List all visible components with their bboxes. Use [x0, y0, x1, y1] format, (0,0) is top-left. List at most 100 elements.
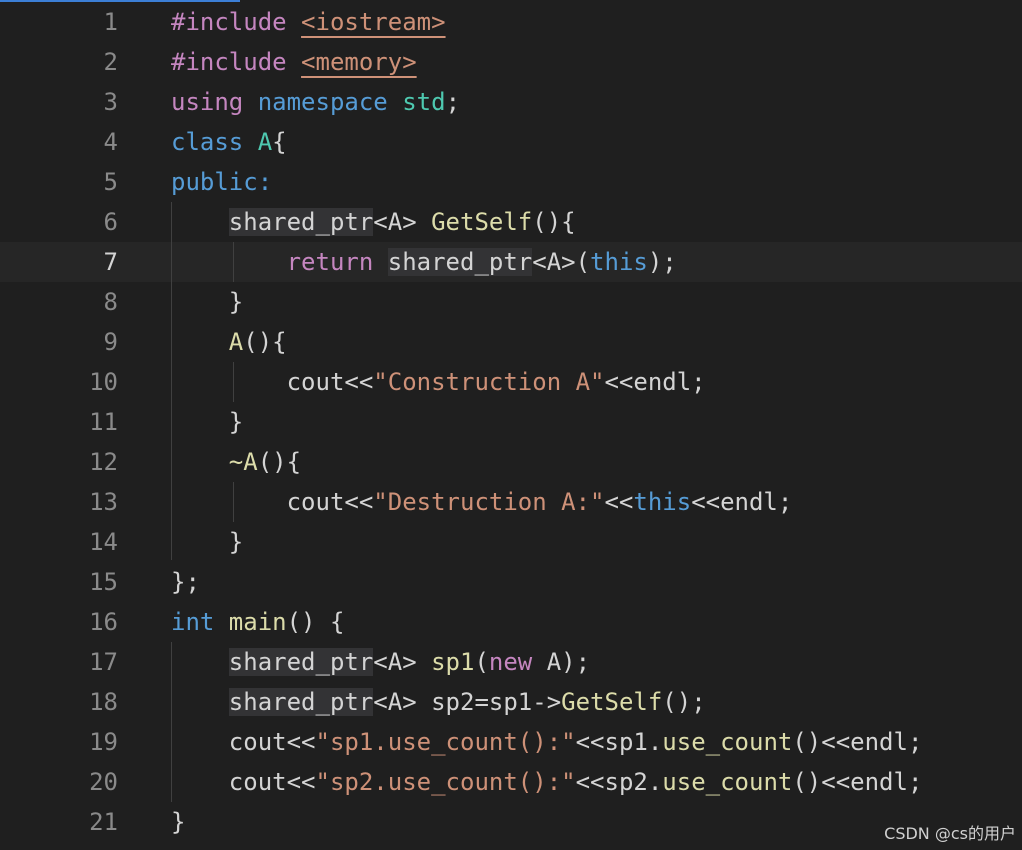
code-token: (){ — [243, 328, 287, 356]
code-token: <<sp2. — [575, 768, 663, 796]
code-token: "Construction A" — [373, 368, 605, 396]
code-line[interactable]: 18 shared_ptr<A> sp2=sp1->GetSelf(); — [0, 682, 1022, 722]
code-line[interactable]: 1 #include <iostream> — [0, 2, 1022, 42]
code-token: use_count — [662, 728, 793, 756]
code-line[interactable]: 16 int main() { — [0, 602, 1022, 642]
code-token: #include — [171, 48, 302, 76]
code-token: class — [171, 128, 258, 156]
line-number: 7 — [103, 248, 118, 276]
line-code: A(){ — [171, 322, 287, 362]
code-token: ()<<endl; — [792, 728, 923, 756]
line-code: int main() { — [171, 602, 344, 642]
code-token: <A> sp2=sp1-> — [373, 688, 562, 716]
code-line[interactable]: 7 return shared_ptr<A>(this); — [0, 242, 1022, 282]
code-token: #include — [171, 8, 302, 36]
line-code: shared_ptr<A> sp2=sp1->GetSelf(); — [171, 682, 706, 722]
code-token: A); — [546, 648, 591, 676]
code-token: "Destruction A:" — [373, 488, 605, 516]
line-code: class A{ — [171, 122, 287, 162]
code-line[interactable]: 15}; — [0, 562, 1022, 602]
line-number: 1 — [103, 8, 118, 36]
code-line[interactable]: 8 } — [0, 282, 1022, 322]
line-code: } — [171, 522, 243, 562]
code-token: << — [604, 488, 634, 516]
code-token: namespace — [257, 88, 403, 116]
code-line[interactable]: 11 } — [0, 402, 1022, 442]
code-token: GetSelf — [431, 208, 533, 236]
line-number: 16 — [89, 608, 118, 636]
line-code: return shared_ptr<A>(this); — [171, 242, 677, 282]
line-code: cout<<"sp2.use_count():"<<sp2.use_count(… — [171, 762, 923, 802]
line-code: } — [171, 402, 243, 442]
code-line[interactable]: 17 shared_ptr<A> sp1(new A); — [0, 642, 1022, 682]
code-token: shared_ptr — [228, 688, 374, 716]
code-token: <<endl; — [604, 368, 706, 396]
line-number: 21 — [89, 808, 118, 836]
line-number: 4 — [103, 128, 118, 156]
code-line[interactable]: 14 } — [0, 522, 1022, 562]
code-token: int — [171, 608, 229, 636]
code-token: return — [286, 248, 388, 276]
line-code: public: — [171, 162, 272, 202]
code-line[interactable]: 5 public: — [0, 162, 1022, 202]
code-token: shared_ptr — [228, 208, 374, 236]
code-line[interactable]: 13 cout<<"Destruction A:"<<this<<endl; — [0, 482, 1022, 522]
code-token: ()<<endl; — [792, 768, 923, 796]
line-code: }; — [171, 562, 200, 602]
code-line[interactable]: 10 cout<<"Construction A"<<endl; — [0, 362, 1022, 402]
code-line[interactable]: 2 #include <memory> — [0, 42, 1022, 82]
code-token: () { — [286, 608, 345, 636]
code-editor[interactable]: 1 #include <iostream> 2 #include <memory> 3 u… — [0, 0, 1022, 850]
code-token: GetSelf — [561, 688, 663, 716]
line-number: 13 — [89, 488, 118, 516]
code-token: this — [590, 248, 648, 276]
code-token: } — [171, 528, 244, 556]
line-code: #include <iostream> — [171, 2, 446, 42]
indent-guide-class — [171, 202, 172, 560]
line-number: 15 — [89, 568, 118, 596]
code-line[interactable]: 6 shared_ptr<A> GetSelf(){ — [0, 202, 1022, 242]
code-line[interactable]: 19 cout<<"sp1.use_count():"<<sp1.use_cou… — [0, 722, 1022, 762]
code-token: } — [171, 288, 244, 316]
code-line[interactable]: 20 cout<<"sp2.use_count():"<<sp2.use_cou… — [0, 762, 1022, 802]
code-line[interactable]: 21} — [0, 802, 1022, 842]
line-code: cout<<"Destruction A:"<<this<<endl; — [171, 482, 793, 522]
code-token: <A>( — [532, 248, 591, 276]
line-code: ~A(){ — [171, 442, 301, 482]
code-token: <A> — [373, 208, 432, 236]
watermark: CSDN @cs的用户 — [884, 824, 1016, 843]
line-number: 12 — [89, 448, 118, 476]
line-number: 18 — [89, 688, 118, 716]
line-number: 5 — [103, 168, 118, 196]
code-token: { — [272, 128, 287, 156]
code-token: A — [257, 128, 273, 156]
code-token: cout<< — [171, 488, 374, 516]
code-token: (); — [662, 688, 706, 716]
code-line[interactable]: 3 using namespace std; — [0, 82, 1022, 122]
line-number: 11 — [89, 408, 118, 436]
code-token: cout<< — [171, 728, 316, 756]
code-line[interactable]: 4 class A{ — [0, 122, 1022, 162]
line-number: 10 — [89, 368, 118, 396]
indent-guide-getself — [233, 242, 234, 282]
code-token: <memory> — [301, 48, 417, 76]
code-token: ; — [445, 88, 461, 116]
code-token: "sp2.use_count():" — [315, 768, 576, 796]
line-number: 19 — [89, 728, 118, 756]
code-token: shared_ptr — [228, 648, 374, 676]
code-token: (){ — [532, 208, 576, 236]
code-token: sp1 — [431, 648, 475, 676]
line-code: #include <memory> — [171, 42, 417, 82]
code-line[interactable]: 12 ~A(){ — [0, 442, 1022, 482]
code-line[interactable]: 9 A(){ — [0, 322, 1022, 362]
code-token: shared_ptr — [387, 248, 533, 276]
line-code: shared_ptr<A> GetSelf(){ — [171, 202, 576, 242]
code-token: use_count — [662, 768, 793, 796]
line-number: 2 — [103, 48, 118, 76]
code-token: } — [171, 808, 186, 836]
line-code: cout<<"sp1.use_count():"<<sp1.use_count(… — [171, 722, 923, 762]
